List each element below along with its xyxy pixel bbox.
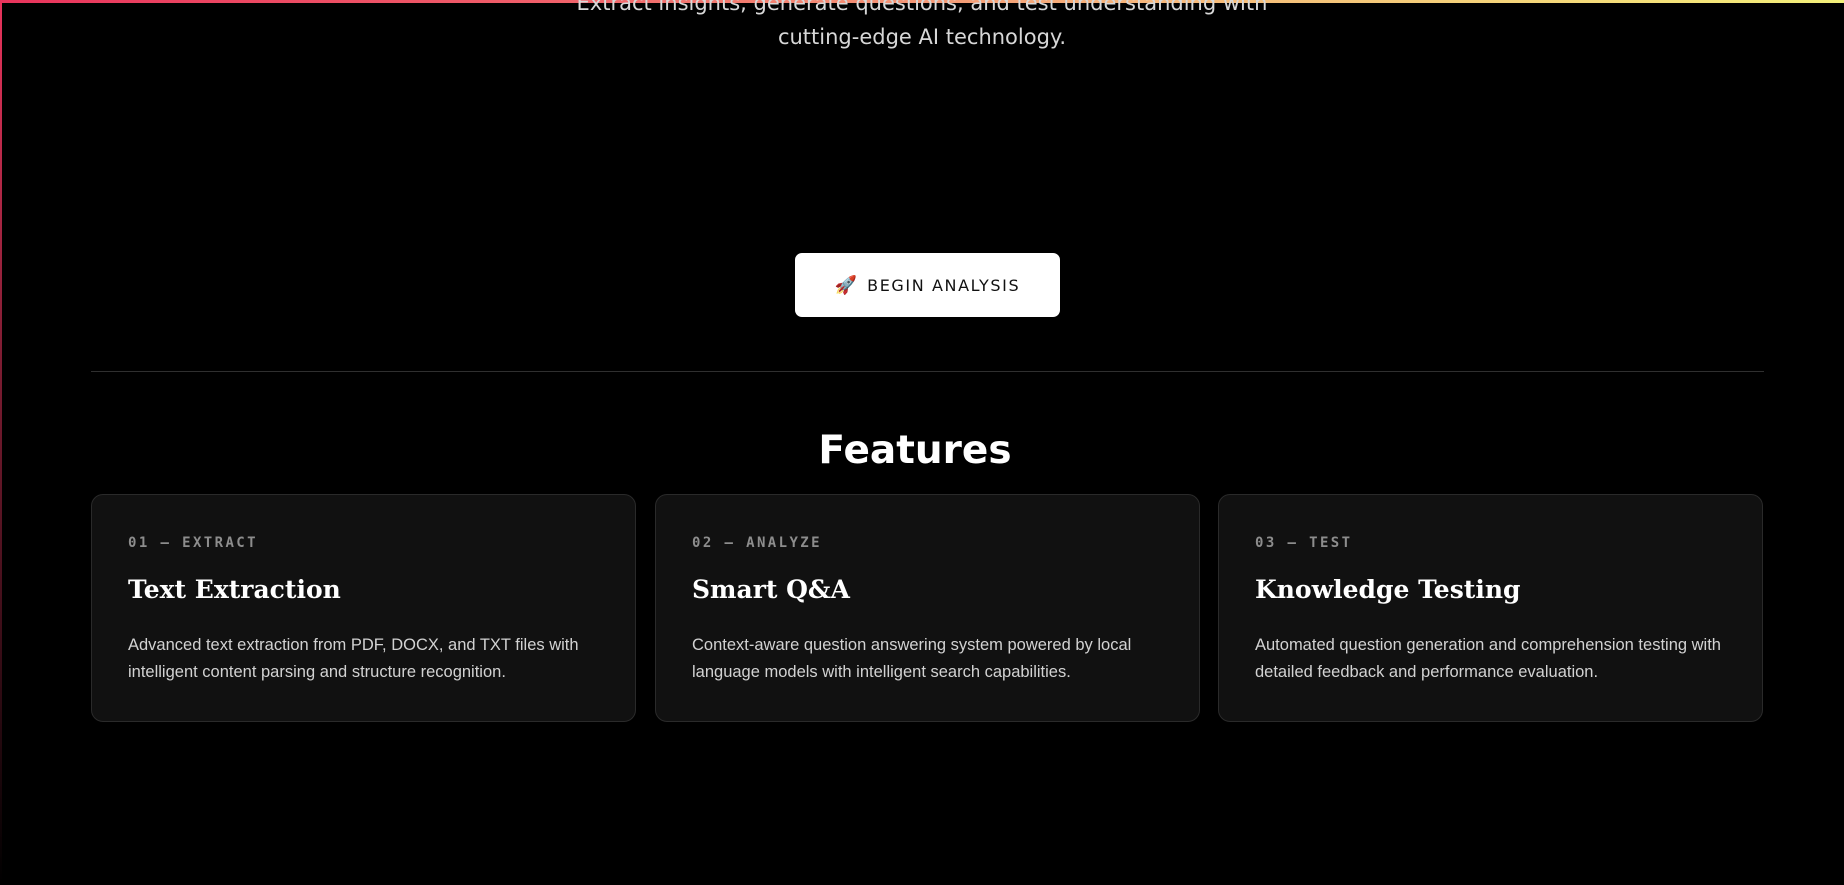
begin-analysis-label: BEGIN ANALYSIS xyxy=(867,275,1021,295)
feature-card-description: Context-aware question answering system … xyxy=(692,636,1132,681)
feature-card-test: 03 — TEST Knowledge Testing Automated qu… xyxy=(1218,494,1763,722)
feature-card-tag: 03 — TEST xyxy=(1255,535,1353,551)
feature-card-tag: 02 — ANALYZE xyxy=(692,535,822,551)
feature-card-description: Automated question generation and compre… xyxy=(1255,636,1721,681)
feature-card-title: Knowledge Testing xyxy=(1255,575,1521,604)
section-divider xyxy=(91,371,1764,372)
hero-subtitle-line-1: Extract insights, generate questions, an… xyxy=(576,0,1268,15)
rocket-icon: 🚀 xyxy=(834,275,858,295)
feature-card-title: Text Extraction xyxy=(128,575,341,604)
page: Extract insights, generate questions, an… xyxy=(0,0,1844,885)
feature-card-title: Smart Q&A xyxy=(692,575,850,604)
feature-card-tag: 01 — EXTRACT xyxy=(128,535,258,551)
feature-card-description: Advanced text extraction from PDF, DOCX,… xyxy=(128,636,579,681)
begin-analysis-button[interactable]: 🚀 BEGIN ANALYSIS xyxy=(795,253,1060,317)
hero-subtitle-line-2: cutting-edge AI technology. xyxy=(777,25,1067,49)
feature-card-analyze: 02 — ANALYZE Smart Q&A Context-aware que… xyxy=(655,494,1200,722)
features-heading: Features xyxy=(818,428,1012,473)
feature-card-extract: 01 — EXTRACT Text Extraction Advanced te… xyxy=(91,494,636,722)
